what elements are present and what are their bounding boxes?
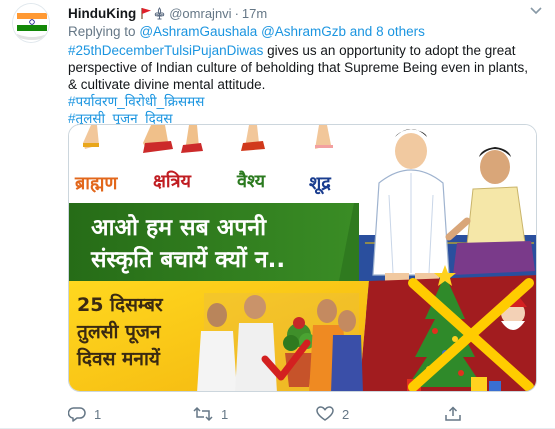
chevron-down-icon[interactable] xyxy=(529,6,543,16)
tweet-image[interactable]: ब्राह्मण क्षत्रिय वैश्य शूद्र आओ हम सब अ… xyxy=(68,124,537,392)
caste-label: शूद्र xyxy=(309,173,332,195)
fleur-de-lis-icon xyxy=(155,6,165,19)
share-icon xyxy=(445,406,461,421)
retweet-action[interactable]: 1 xyxy=(193,404,228,424)
reply-icon xyxy=(68,407,86,422)
like-action[interactable]: 2 xyxy=(316,404,349,424)
red-flag-icon xyxy=(141,7,152,19)
caste-label: वैश्य xyxy=(236,170,267,192)
poster-date-line1: 25 दिसम्बर xyxy=(77,293,164,316)
hashtag-link[interactable]: #25thDecemberTulsiPujanDiwas xyxy=(68,43,263,58)
indian-flag-avatar-icon xyxy=(13,4,49,42)
user-handle[interactable]: @omrajnvi xyxy=(169,6,231,21)
poster-headline-line2: संस्कृति बचायें क्यों न.. xyxy=(90,245,285,274)
retweet-count: 1 xyxy=(221,406,229,422)
share-action[interactable] xyxy=(444,404,462,424)
name-badges xyxy=(140,6,166,20)
separator-dot: · xyxy=(234,5,239,21)
caste-label: क्षत्रिय xyxy=(153,170,193,192)
reply-count: 1 xyxy=(94,406,102,422)
tweet-card[interactable]: HinduKing @omrajnvi · 17m Replying to @A… xyxy=(0,0,555,429)
family-tulsi-pujan-photo xyxy=(197,293,363,391)
reply-action[interactable]: 1 xyxy=(68,404,101,424)
replying-prefix: Replying to xyxy=(68,24,136,39)
retweet-icon xyxy=(193,406,213,422)
replying-to: Replying to @AshramGaushala @AshramGzb a… xyxy=(68,24,425,39)
tweet-timestamp[interactable]: 17m xyxy=(242,6,267,21)
poster-headline-line1: आओ हम सब अपनी xyxy=(91,213,267,241)
replying-users-link[interactable]: @AshramGaushala @AshramGzb and 8 others xyxy=(139,24,425,39)
tweet-text: #25thDecemberTulsiPujanDiwas gives us an… xyxy=(68,42,538,127)
tweet-paragraph: #25thDecemberTulsiPujanDiwas gives us an… xyxy=(68,42,538,93)
heart-icon xyxy=(316,406,334,421)
poster-date-line2: तुलसी पूजन xyxy=(76,320,162,344)
like-count: 2 xyxy=(342,406,350,422)
display-name[interactable]: HinduKing xyxy=(68,6,136,21)
avatar[interactable] xyxy=(12,3,50,43)
tulsi-pujan-poster: ब्राह्मण क्षत्रिय वैश्य शूद्र आओ हम सब अ… xyxy=(69,125,536,391)
tweet-header: HinduKing @omrajnvi · 17m xyxy=(68,4,267,22)
hashtag-link[interactable]: #पर्यावरण_विरोधी_क्रिसमस xyxy=(68,94,204,109)
poster-date-line3: दिवस मनायें xyxy=(76,347,161,370)
caste-label: ब्राह्मण xyxy=(74,173,118,194)
